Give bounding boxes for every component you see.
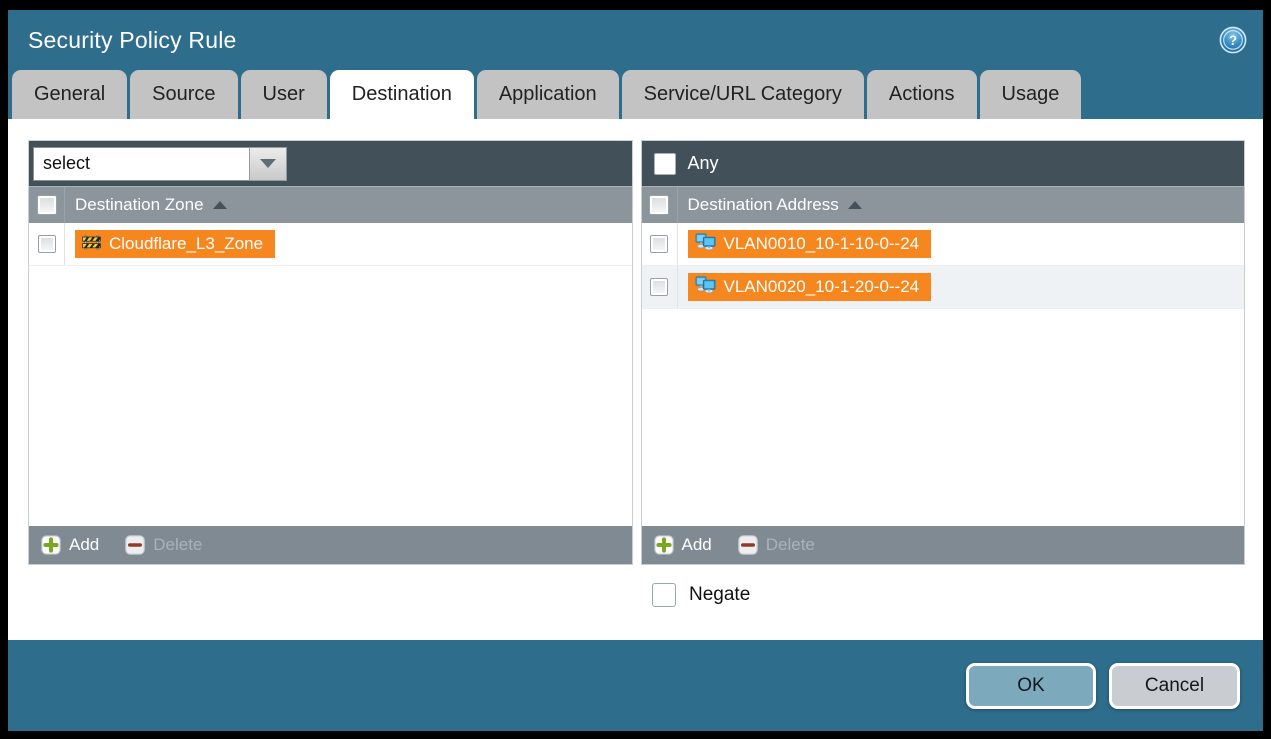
zone-column-title: Destination Zone <box>75 195 227 215</box>
negate-label: Negate <box>689 584 750 606</box>
sort-ascending-icon <box>848 201 862 209</box>
address-list: VLAN0010_10-1-10-0--24 VLAN0020_10-1-20-… <box>642 223 1245 526</box>
destination-zone-panel: Destination Zone Cloudflare_L3_Zone <box>28 140 633 565</box>
zone-column-header[interactable]: Destination Zone <box>29 186 632 223</box>
delete-address-label: Delete <box>766 535 815 555</box>
chip-icon-slot <box>695 233 716 255</box>
ok-button[interactable]: OK <box>966 663 1096 709</box>
add-zone-label: Add <box>69 535 99 555</box>
add-icon <box>41 535 61 555</box>
address-select-all-checkbox[interactable] <box>649 195 669 215</box>
address-panel-topbar: Any <box>642 141 1245 186</box>
row-checkbox-cell <box>642 223 678 265</box>
dialog-titlebar: Security Policy Rule <box>8 10 1263 70</box>
address-panel-footer: Add Delete <box>642 526 1245 564</box>
table-row[interactable]: VLAN0020_10-1-20-0--24 <box>642 266 1245 309</box>
tab-source[interactable]: Source <box>130 70 237 119</box>
tab-application[interactable]: Application <box>477 70 619 119</box>
tab-actions[interactable]: Actions <box>867 70 977 119</box>
add-icon <box>654 535 674 555</box>
tab-label: Destination <box>352 83 452 106</box>
any-label: Any <box>688 153 719 174</box>
address-column-title: Destination Address <box>688 195 862 215</box>
any-checkbox[interactable] <box>654 153 676 175</box>
delete-zone-button[interactable]: Delete <box>125 535 202 555</box>
dialog-content: Destination Zone Cloudflare_L3_Zone <box>8 119 1263 640</box>
chip-icon-slot <box>695 276 716 298</box>
address-column-header[interactable]: Destination Address <box>642 186 1245 223</box>
svg-text:?: ? <box>1229 33 1237 48</box>
row-checkbox-cell <box>642 266 678 308</box>
row-label: Cloudflare_L3_Zone <box>109 234 263 254</box>
zone-select-all-checkbox[interactable] <box>37 195 57 215</box>
row-checkbox[interactable] <box>650 235 668 253</box>
zone-select <box>33 147 287 181</box>
tab-service-url-category[interactable]: Service/URL Category <box>622 70 864 119</box>
zone-panel-footer: Add Delete <box>29 526 632 564</box>
delete-zone-label: Delete <box>153 535 202 555</box>
tab-label: Service/URL Category <box>644 83 842 106</box>
cancel-button[interactable]: Cancel <box>1109 663 1240 709</box>
destination-address-panel: Any Destination Address <box>641 140 1246 565</box>
tab-general[interactable]: General <box>12 70 127 119</box>
add-address-button[interactable]: Add <box>654 535 712 555</box>
add-address-label: Add <box>682 535 712 555</box>
address-header-checkbox-cell <box>642 187 678 223</box>
chip-icon-slot <box>82 234 101 255</box>
table-row[interactable]: VLAN0010_10-1-10-0--24 <box>642 223 1245 266</box>
tab-strip: General Source User Destination Applicat… <box>8 70 1263 119</box>
tab-label: User <box>263 83 305 106</box>
zone-select-dropdown-button[interactable] <box>249 147 287 181</box>
negate-checkbox[interactable] <box>652 583 676 607</box>
delete-icon <box>738 535 758 555</box>
object-chip[interactable]: VLAN0010_10-1-10-0--24 <box>688 230 932 258</box>
tab-label: Application <box>499 83 597 106</box>
add-zone-button[interactable]: Add <box>41 535 99 555</box>
tab-label: Usage <box>1002 83 1060 106</box>
delete-address-button[interactable]: Delete <box>738 535 815 555</box>
delete-icon <box>125 535 145 555</box>
zone-column-label: Destination Zone <box>75 195 204 215</box>
zone-header-checkbox-cell <box>29 187 65 223</box>
page-title: Security Policy Rule <box>28 27 237 54</box>
tab-user[interactable]: User <box>241 70 327 119</box>
row-label: VLAN0010_10-1-10-0--24 <box>724 234 920 254</box>
address-network-icon <box>695 276 716 293</box>
dialog-footer: OK Cancel <box>8 640 1263 731</box>
tab-label: Actions <box>889 83 955 106</box>
table-row[interactable]: Cloudflare_L3_Zone <box>29 223 632 266</box>
tab-destination[interactable]: Destination <box>330 70 474 119</box>
chevron-down-icon <box>260 159 276 168</box>
help-icon[interactable]: ? <box>1219 26 1247 54</box>
row-checkbox[interactable] <box>38 235 56 253</box>
zone-icon <box>82 234 101 250</box>
address-network-icon <box>695 233 716 250</box>
tab-usage[interactable]: Usage <box>980 70 1082 119</box>
row-checkbox[interactable] <box>650 278 668 296</box>
object-chip[interactable]: Cloudflare_L3_Zone <box>75 230 275 258</box>
tab-label: Source <box>152 83 215 106</box>
negate-option: Negate <box>652 583 750 607</box>
security-policy-rule-dialog: Security Policy Rule ? General Source Us… <box>8 10 1263 731</box>
row-checkbox-cell <box>29 223 65 265</box>
row-label: VLAN0020_10-1-20-0--24 <box>724 277 920 297</box>
sort-ascending-icon <box>213 201 227 209</box>
tab-label: General <box>34 83 105 106</box>
zone-list: Cloudflare_L3_Zone <box>29 223 632 526</box>
zone-panel-topbar <box>29 141 632 186</box>
address-column-label: Destination Address <box>688 195 839 215</box>
zone-select-input[interactable] <box>33 147 249 181</box>
object-chip[interactable]: VLAN0020_10-1-20-0--24 <box>688 273 932 301</box>
